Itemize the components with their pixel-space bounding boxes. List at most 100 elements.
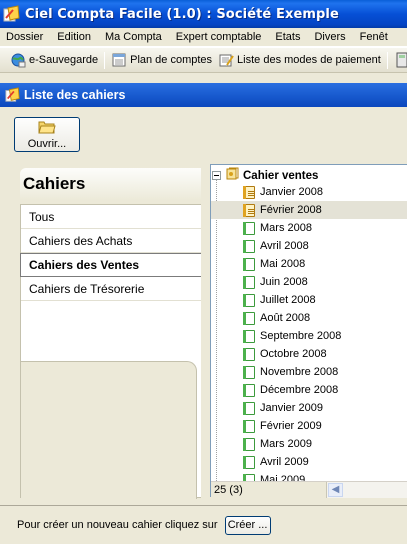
cahiers-heading: Cahiers <box>23 174 86 193</box>
tree-item[interactable]: Septembre 2008 <box>242 327 341 345</box>
menu-expert-comptable[interactable]: Expert comptable <box>169 31 269 43</box>
tree-item[interactable]: Juillet 2008 <box>242 291 316 309</box>
horizontal-scrollbar[interactable]: ◀ <box>326 481 407 498</box>
cahiers-tree[interactable]: Cahier ventes Janvier 2008 Février 2008 … <box>210 164 407 497</box>
esauvegarde-label: e-Sauvegarde <box>29 54 99 66</box>
category-list-background <box>21 361 197 499</box>
book-icon <box>242 455 257 470</box>
tree-item[interactable]: Décembre 2008 <box>242 381 338 399</box>
tree-item[interactable]: Mai 2008 <box>242 255 305 273</box>
book-icon <box>242 257 257 272</box>
menu-fenetres[interactable]: Fenêt <box>353 31 395 43</box>
book-icon <box>242 401 257 416</box>
tree-item-label: Février 2008 <box>260 204 322 216</box>
tree-item[interactable]: Janvier 2008 <box>242 183 323 201</box>
tree-item-label: Décembre 2008 <box>260 384 339 396</box>
book-icon <box>242 383 257 398</box>
book-icon <box>242 275 257 290</box>
tree-item[interactable]: Mars 2009 <box>242 435 312 453</box>
book-icon <box>242 329 257 344</box>
tree-guide-line <box>216 180 217 495</box>
ledger-icon <box>111 52 127 68</box>
tree-item[interactable]: Février 2009 <box>242 417 322 435</box>
tree-item[interactable]: Janvier 2009 <box>242 399 323 417</box>
menu-edition[interactable]: Edition <box>50 31 98 43</box>
create-hint-text: Pour créer un nouveau cahier cliquez sur <box>17 519 218 531</box>
tree-item-label: Janvier 2008 <box>260 186 323 198</box>
tree-item-label: Avril 2009 <box>260 456 309 468</box>
tree-item[interactable]: Août 2008 <box>242 309 310 327</box>
tree-item-label: Février 2009 <box>260 420 322 432</box>
tree-item-label: Mars 2009 <box>260 438 312 450</box>
tree-item-label: Mars 2008 <box>260 222 312 234</box>
tree-root-label: Cahier ventes <box>243 169 319 182</box>
toolbar-separator <box>386 51 388 69</box>
tree-item[interactable]: Novembre 2008 <box>242 363 338 381</box>
tree-item[interactable]: Avril 2009 <box>242 453 309 471</box>
book-icon <box>242 365 257 380</box>
toolbar: e-Sauvegarde Plan de comptes Liste des m… <box>0 47 407 73</box>
tree-item[interactable]: Juin 2008 <box>242 273 308 291</box>
category-achats[interactable]: Cahiers des Achats <box>21 229 201 253</box>
cahiers-icon <box>225 167 240 184</box>
book-icon <box>242 419 257 434</box>
tree-item[interactable]: Avril 2008 <box>242 237 309 255</box>
create-button[interactable]: Créer ... <box>224 515 271 535</box>
create-footer: Pour créer un nouveau cahier cliquez sur… <box>0 505 407 544</box>
calculator-button[interactable] <box>391 49 407 71</box>
tree-item[interactable]: Octobre 2008 <box>242 345 327 363</box>
inner-window-title: Liste des cahiers <box>24 88 126 102</box>
book-icon <box>242 347 257 362</box>
tree-item-label: Septembre 2008 <box>260 330 342 342</box>
open-button-label: Ouvrir... <box>27 138 67 150</box>
esauvegarde-button[interactable]: e-Sauvegarde <box>7 49 101 71</box>
tree-item-label: Avril 2008 <box>260 240 309 252</box>
toolbar-separator <box>104 51 106 69</box>
ciel-logo-icon <box>5 87 21 103</box>
tree-item[interactable]: Mars 2008 <box>242 219 312 237</box>
tree-status-bar: 25 (3) ◀ <box>211 481 407 498</box>
menu-dossier[interactable]: Dossier <box>0 31 50 43</box>
plan-de-comptes-button[interactable]: Plan de comptes <box>108 49 215 71</box>
open-button[interactable]: Ouvrir... <box>14 117 80 152</box>
menu-etats[interactable]: Etats <box>268 31 307 43</box>
cahiers-category-list: Tous Cahiers des Achats Cahiers des Vent… <box>20 204 201 499</box>
globe-icon <box>10 52 26 68</box>
tree-item-label: Novembre 2008 <box>260 366 339 378</box>
tree-root-cahier-ventes[interactable]: Cahier ventes <box>212 167 318 184</box>
tree-item-label: Août 2008 <box>260 312 311 324</box>
tree-item-count: 25 (3) <box>214 483 243 496</box>
inner-window-titlebar[interactable]: Liste des cahiers <box>0 83 407 107</box>
open-folder-icon <box>38 119 56 137</box>
open-book-icon <box>242 203 257 218</box>
modes-de-paiement-label: Liste des modes de paiement <box>237 54 381 66</box>
collapse-icon[interactable] <box>212 171 221 180</box>
tree-item-label: Juillet 2008 <box>260 294 316 306</box>
category-tous[interactable]: Tous <box>21 205 201 229</box>
app-titlebar[interactable]: Ciel Compta Facile (1.0) : Société Exemp… <box>0 0 407 28</box>
category-ventes[interactable]: Cahiers des Ventes <box>20 253 201 277</box>
book-icon <box>242 311 257 326</box>
plan-de-comptes-label: Plan de comptes <box>130 54 213 66</box>
payment-list-icon <box>218 52 234 68</box>
tree-item-label: Mai 2008 <box>260 258 306 270</box>
book-icon <box>242 239 257 254</box>
book-icon <box>242 437 257 452</box>
cahiers-panel-header: Cahiers <box>20 168 201 200</box>
menu-bar: Dossier Edition Ma Compta Expert comptab… <box>0 28 407 47</box>
modes-de-paiement-button[interactable]: Liste des modes de paiement <box>215 49 384 71</box>
tree-item[interactable]: Février 2008 <box>211 201 407 219</box>
menu-ma-compta[interactable]: Ma Compta <box>98 31 169 43</box>
book-icon <box>242 293 257 308</box>
ciel-logo-icon <box>3 5 21 23</box>
window-title: Ciel Compta Facile (1.0) : Société Exemp… <box>25 6 339 22</box>
menu-divers[interactable]: Divers <box>307 31 352 43</box>
tree-item-label: Juin 2008 <box>260 276 308 288</box>
scroll-left-icon[interactable]: ◀ <box>328 482 343 497</box>
book-icon <box>242 221 257 236</box>
cahiers-panel: Cahiers Tous Cahiers des Achats Cahiers … <box>20 168 201 499</box>
calculator-icon <box>394 52 407 68</box>
category-tresorerie[interactable]: Cahiers de Trésorerie <box>21 277 201 301</box>
open-book-icon <box>242 185 257 200</box>
tree-item-label: Octobre 2008 <box>260 348 327 360</box>
